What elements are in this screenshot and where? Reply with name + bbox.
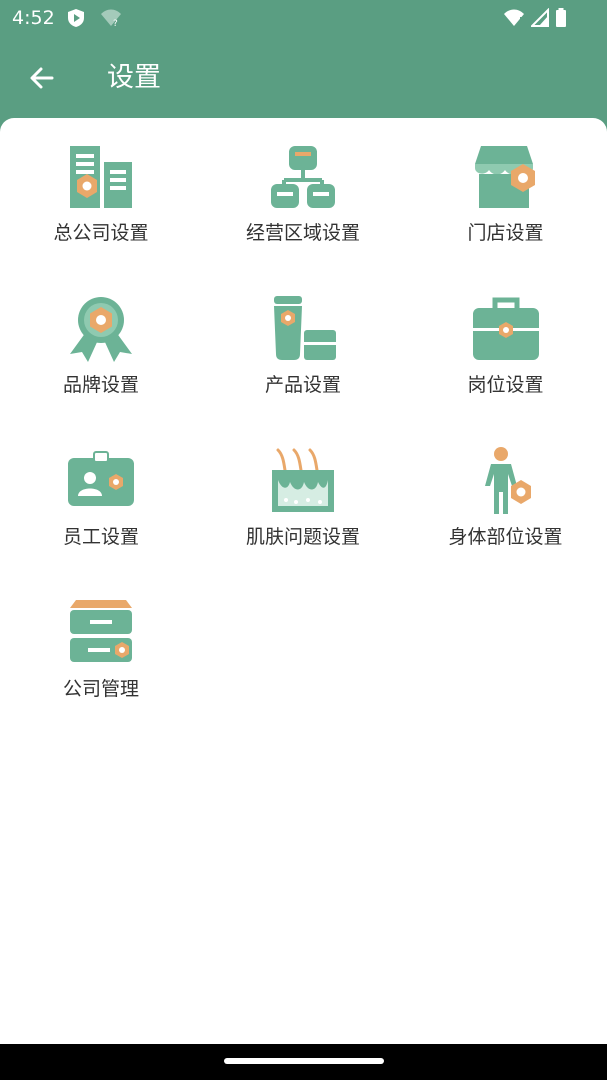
wifi-question-icon: ?	[101, 9, 121, 28]
position-settings-tile[interactable]: 岗位设置	[404, 294, 607, 446]
home-indicator[interactable]	[224, 1058, 384, 1064]
headquarters-icon	[70, 146, 132, 208]
region-settings-tile[interactable]: 经营区域设置	[202, 142, 404, 294]
settings-grid: 总公司设置 经营区域设置 门店设置 品牌设置 产品设置 岗位设置 员工设置 肌肤…	[0, 142, 607, 750]
status-bar: 4:52 ?	[0, 0, 607, 36]
body-part-settings-tile[interactable]: 身体部位设置	[404, 446, 607, 598]
briefcase-icon	[472, 297, 539, 360]
tile-label: 品牌设置	[62, 374, 139, 396]
tile-label: 产品设置	[264, 374, 341, 396]
product-icon	[274, 296, 336, 360]
status-time: 4:52	[12, 7, 55, 29]
body-part-icon	[484, 447, 531, 514]
tile-label: 经营区域设置	[245, 222, 360, 244]
product-settings-tile[interactable]: 产品设置	[202, 294, 404, 446]
navigation-bar	[0, 1044, 607, 1080]
company-management-tile[interactable]: 公司管理	[0, 598, 202, 750]
tile-label: 总公司设置	[53, 222, 149, 244]
brand-award-icon	[70, 297, 132, 362]
employee-settings-tile[interactable]: 员工设置	[0, 446, 202, 598]
store-icon	[474, 146, 535, 208]
skin-issue-icon	[272, 448, 334, 512]
tile-label: 员工设置	[62, 526, 139, 548]
headquarters-settings-tile[interactable]: 总公司设置	[0, 142, 202, 294]
status-right-icons	[503, 8, 567, 28]
region-hierarchy-icon	[271, 146, 335, 208]
tile-label: 肌肤问题设置	[245, 526, 360, 548]
app-bar: 设置	[0, 36, 607, 118]
tile-label: 岗位设置	[467, 374, 544, 396]
tile-label: 身体部位设置	[448, 526, 563, 548]
back-button[interactable]	[22, 58, 62, 98]
shield-icon	[68, 9, 84, 27]
brand-settings-tile[interactable]: 品牌设置	[0, 294, 202, 446]
skin-issue-settings-tile[interactable]: 肌肤问题设置	[202, 446, 404, 598]
wifi-alert-icon	[504, 9, 524, 26]
store-settings-tile[interactable]: 门店设置	[404, 142, 607, 294]
status-left-icons: ?	[66, 8, 122, 28]
page-title: 设置	[107, 62, 161, 93]
signal-icon	[531, 8, 549, 27]
cabinet-icon	[70, 600, 132, 662]
employee-card-icon	[68, 451, 134, 506]
svg-text:?: ?	[113, 19, 118, 28]
tile-label: 公司管理	[62, 678, 139, 700]
arrow-left-icon	[30, 67, 54, 89]
tile-label: 门店设置	[467, 222, 544, 244]
settings-content: 总公司设置 经营区域设置 门店设置 品牌设置 产品设置 岗位设置 员工设置 肌肤…	[0, 118, 607, 1044]
battery-icon	[556, 8, 566, 27]
